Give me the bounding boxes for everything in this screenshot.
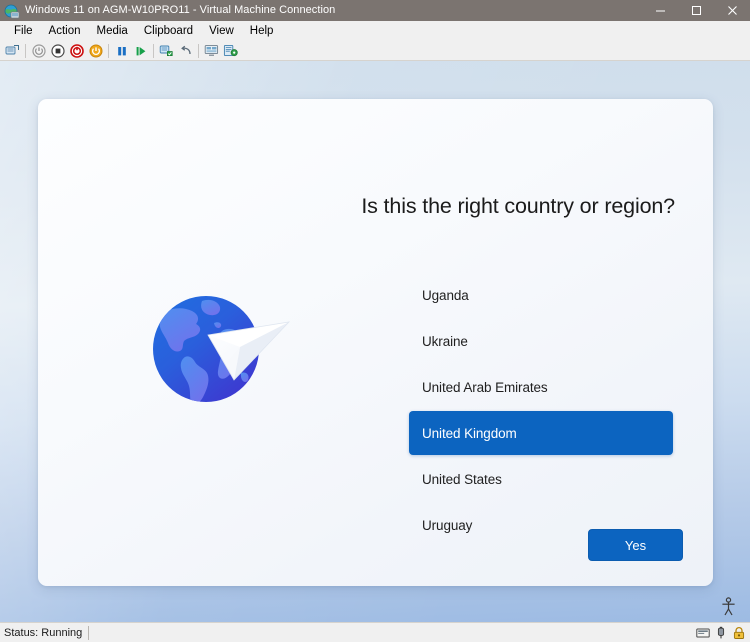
toolbar <box>0 41 750 61</box>
checkpoint-icon[interactable] <box>158 42 175 59</box>
yes-button[interactable]: Yes <box>588 529 683 561</box>
menu-item-help[interactable]: Help <box>242 22 282 40</box>
usb-icon[interactable] <box>714 626 728 640</box>
vm-connection-icon <box>4 3 20 19</box>
country-item-united-kingdom[interactable]: United Kingdom <box>409 411 673 455</box>
status-separator <box>88 625 90 640</box>
shut-down-icon[interactable] <box>49 42 66 59</box>
country-label: United Arab Emirates <box>422 379 548 395</box>
pause-icon[interactable] <box>113 42 130 59</box>
status-icons <box>696 623 746 642</box>
globe-with-paper-plane-icon <box>148 285 298 420</box>
menu-item-clipboard[interactable]: Clipboard <box>136 22 201 40</box>
oobe-content: Is this the right country or region? Uga… <box>361 99 713 586</box>
country-label: Ukraine <box>422 333 468 349</box>
vm-screen[interactable]: Is this the right country or region? Uga… <box>0 61 750 622</box>
country-item-ukraine[interactable]: Ukraine <box>409 319 673 363</box>
lock-icon[interactable] <box>732 626 746 640</box>
virtual-machine-connection-window: Windows 11 on AGM-W10PRO11 - Virtual Mac… <box>0 0 750 642</box>
close-button[interactable] <box>714 0 750 21</box>
menu-item-media[interactable]: Media <box>89 22 136 40</box>
enhanced-session-icon[interactable] <box>203 42 220 59</box>
toolbar-separator <box>108 43 109 58</box>
toolbar-separator <box>25 43 26 58</box>
minimize-button[interactable] <box>642 0 678 21</box>
maximize-button[interactable] <box>678 0 714 21</box>
country-label: Uruguay <box>422 517 473 533</box>
ctrl-alt-delete-icon[interactable] <box>4 42 21 59</box>
country-label: Uganda <box>422 287 469 303</box>
country-item-united-arab-emirates[interactable]: United Arab Emirates <box>409 365 673 409</box>
resume-icon[interactable] <box>132 42 149 59</box>
display-icon[interactable] <box>696 626 710 640</box>
menu-item-view[interactable]: View <box>201 22 242 40</box>
country-list: Uganda Ukraine United Arab Emirates Unit… <box>409 273 673 549</box>
window-title: Windows 11 on AGM-W10PRO11 - Virtual Mac… <box>25 4 336 16</box>
status-bar: Status: Running <box>0 622 750 642</box>
toolbar-separator <box>153 43 154 58</box>
title-bar: Windows 11 on AGM-W10PRO11 - Virtual Mac… <box>0 0 750 21</box>
settings-icon[interactable] <box>222 42 239 59</box>
status-text: Status: Running <box>4 626 83 639</box>
country-item-uganda[interactable]: Uganda <box>409 273 673 317</box>
menu-bar: File Action Media Clipboard View Help <box>0 21 750 41</box>
country-label: United Kingdom <box>422 425 517 441</box>
turn-off-icon[interactable] <box>68 42 85 59</box>
page-title: Is this the right country or region? <box>361 194 675 218</box>
menu-item-action[interactable]: Action <box>41 22 89 40</box>
oobe-card: Is this the right country or region? Uga… <box>38 99 713 586</box>
menu-item-file[interactable]: File <box>6 22 41 40</box>
save-state-icon[interactable] <box>87 42 104 59</box>
country-label: United States <box>422 471 502 487</box>
window-controls <box>642 0 750 21</box>
country-item-united-states[interactable]: United States <box>409 457 673 501</box>
start-icon[interactable] <box>30 42 47 59</box>
revert-icon[interactable] <box>177 42 194 59</box>
accessibility-person-icon[interactable] <box>720 597 737 616</box>
toolbar-separator <box>198 43 199 58</box>
